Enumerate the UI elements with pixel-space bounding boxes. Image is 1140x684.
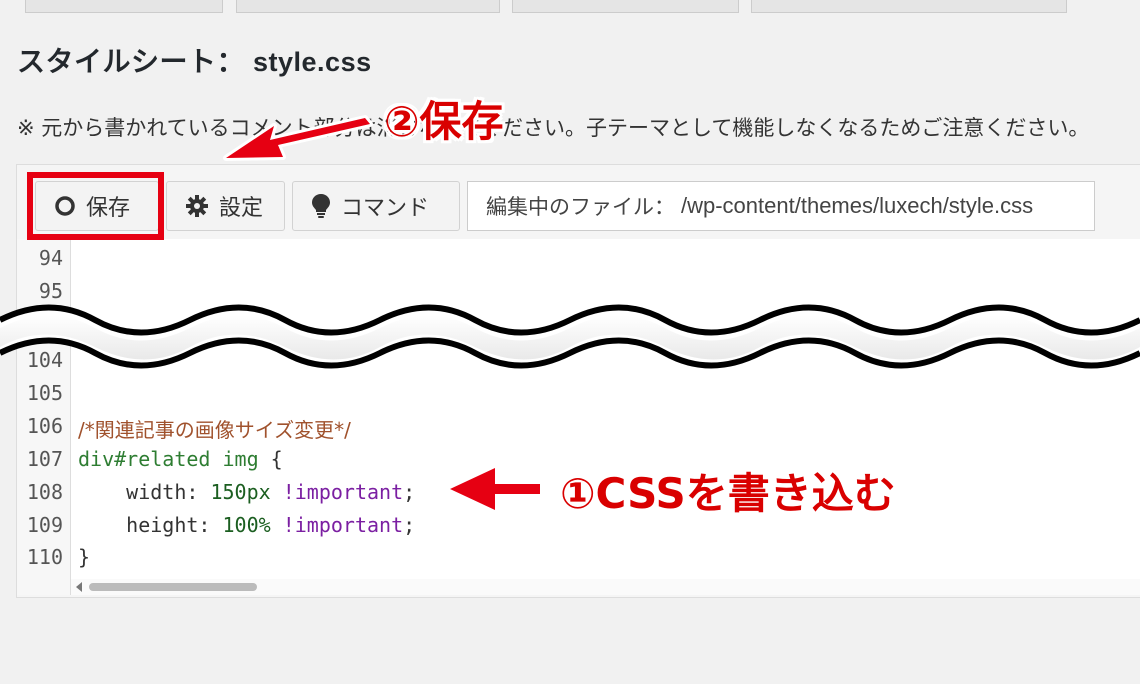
arrow-to-save	[223, 115, 373, 161]
save-highlight-box	[27, 172, 164, 240]
annotation-step-2: ②保存	[384, 97, 504, 146]
annotation-step-1: ①CSSを書き込む	[560, 469, 896, 518]
arrow-to-code	[447, 465, 543, 513]
cut-band	[0, 304, 1140, 369]
annotation-overlay	[0, 115, 1140, 513]
